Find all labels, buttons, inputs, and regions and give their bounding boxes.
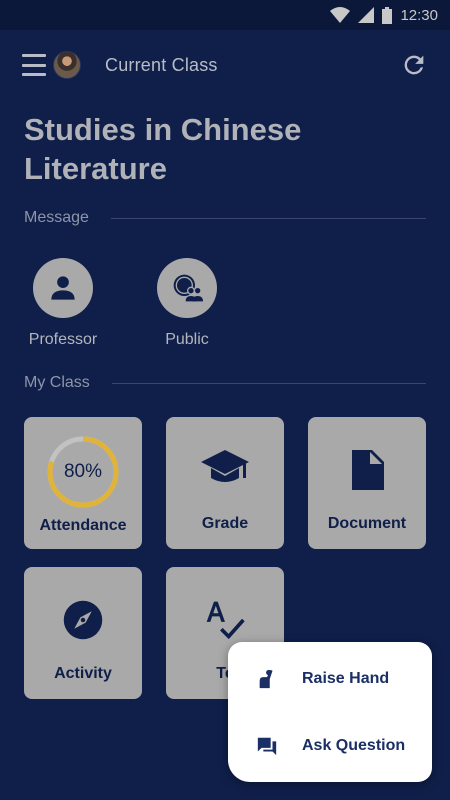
document-icon — [350, 427, 384, 513]
group-icon — [173, 274, 203, 302]
message-public-button[interactable]: Public — [147, 258, 227, 349]
class-section-header: My Class — [24, 374, 426, 392]
divider — [110, 217, 426, 219]
ask-question-button[interactable]: Ask Question — [228, 710, 432, 778]
page-title-line2: Literature — [24, 151, 167, 186]
status-bar: 12:30 — [0, 0, 450, 30]
action-popup-menu: Raise Hand Ask Question — [228, 642, 432, 782]
signal-icon — [358, 7, 375, 23]
tile-activity[interactable]: Activity — [24, 567, 142, 699]
public-avatar — [157, 258, 217, 318]
graduation-cap-icon — [201, 427, 249, 513]
person-icon — [51, 276, 75, 300]
divider — [111, 382, 426, 384]
tile-grade-label: Grade — [201, 515, 249, 532]
clock: 12:30 — [400, 6, 438, 24]
ask-question-label: Ask Question — [302, 737, 406, 754]
refresh-icon[interactable] — [400, 51, 428, 79]
page-title: Studies in Chinese Literature — [24, 110, 424, 188]
message-section-header: Message — [24, 209, 426, 227]
menu-button[interactable] — [22, 54, 46, 76]
page-title-line1: Studies in Chinese — [24, 112, 302, 147]
compass-icon — [62, 577, 104, 663]
tile-grade[interactable]: Grade — [166, 417, 284, 549]
battery-icon — [382, 6, 393, 24]
message-public-label: Public — [165, 331, 209, 348]
attendance-percent: 80% — [63, 461, 103, 482]
avatar[interactable] — [53, 51, 81, 79]
wifi-icon — [330, 7, 351, 23]
tile-attendance[interactable]: 80% Attendance — [24, 417, 142, 549]
tile-document[interactable]: Document — [308, 417, 426, 549]
message-professor-button[interactable]: Professor — [23, 258, 103, 349]
app-title: Current Class — [105, 54, 218, 75]
tile-activity-label: Activity — [54, 665, 112, 682]
tile-attendance-label: Attendance — [39, 517, 127, 534]
tile-document-label: Document — [327, 515, 407, 532]
message-professor-label: Professor — [28, 331, 98, 348]
raise-hand-icon — [259, 669, 273, 689]
app-bar: Current Class — [0, 30, 450, 100]
class-heading: My Class — [24, 374, 90, 391]
raise-hand-button[interactable]: Raise Hand — [228, 642, 432, 710]
attendance-progress-ring: 80% — [46, 435, 120, 509]
professor-avatar — [33, 258, 93, 318]
raise-hand-label: Raise Hand — [302, 670, 390, 687]
message-heading: Message — [24, 209, 89, 226]
chat-icon — [257, 737, 277, 756]
